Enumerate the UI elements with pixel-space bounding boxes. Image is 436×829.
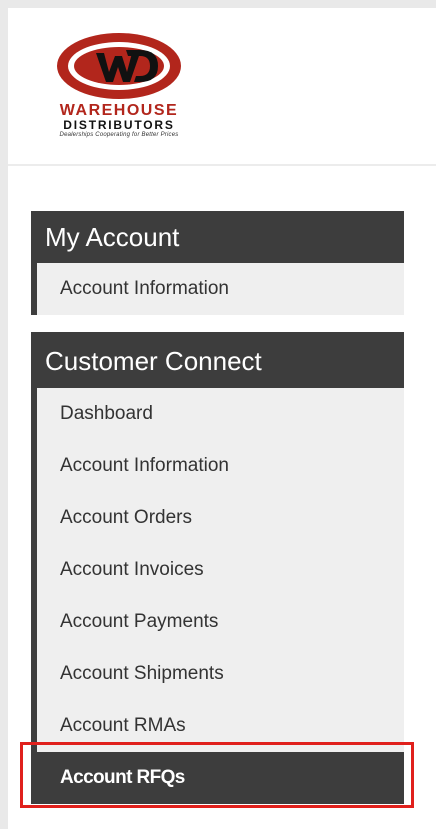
customer-connect-item-account-shipments[interactable]: Account Shipments	[31, 648, 404, 700]
company-logo[interactable]: WAREHOUSE DISTRIBUTORS Dealerships Coope…	[30, 28, 208, 148]
customer-connect-item-account-rmas[interactable]: Account RMAs	[31, 700, 404, 752]
site-header: WAREHOUSE DISTRIBUTORS Dealerships Coope…	[8, 8, 436, 166]
customer-connect-item-dashboard[interactable]: Dashboard	[31, 388, 404, 440]
customer-connect-item-account-rfqs[interactable]: Account RFQs	[31, 752, 404, 804]
logo-tagline: Dealerships Cooperating for Better Price…	[59, 132, 179, 138]
customer-connect-item-account-orders[interactable]: Account Orders	[31, 492, 404, 544]
logo-emblem-icon	[57, 33, 181, 99]
customer-connect-item-account-payments[interactable]: Account Payments	[31, 596, 404, 648]
customer-connect-item-account-information[interactable]: Account Information	[31, 440, 404, 492]
my-account-section: My Account Account Information	[31, 211, 404, 315]
my-account-item-account-information[interactable]: Account Information	[31, 263, 404, 315]
customer-connect-item-account-invoices[interactable]: Account Invoices	[31, 544, 404, 596]
customer-connect-section: Customer Connect Dashboard Account Infor…	[31, 332, 404, 804]
page: WAREHOUSE DISTRIBUTORS Dealerships Coope…	[0, 0, 436, 829]
logo-wordmark-distributors: DISTRIBUTORS	[63, 118, 175, 132]
customer-connect-title: Customer Connect	[31, 332, 404, 388]
my-account-title: My Account	[31, 211, 404, 263]
